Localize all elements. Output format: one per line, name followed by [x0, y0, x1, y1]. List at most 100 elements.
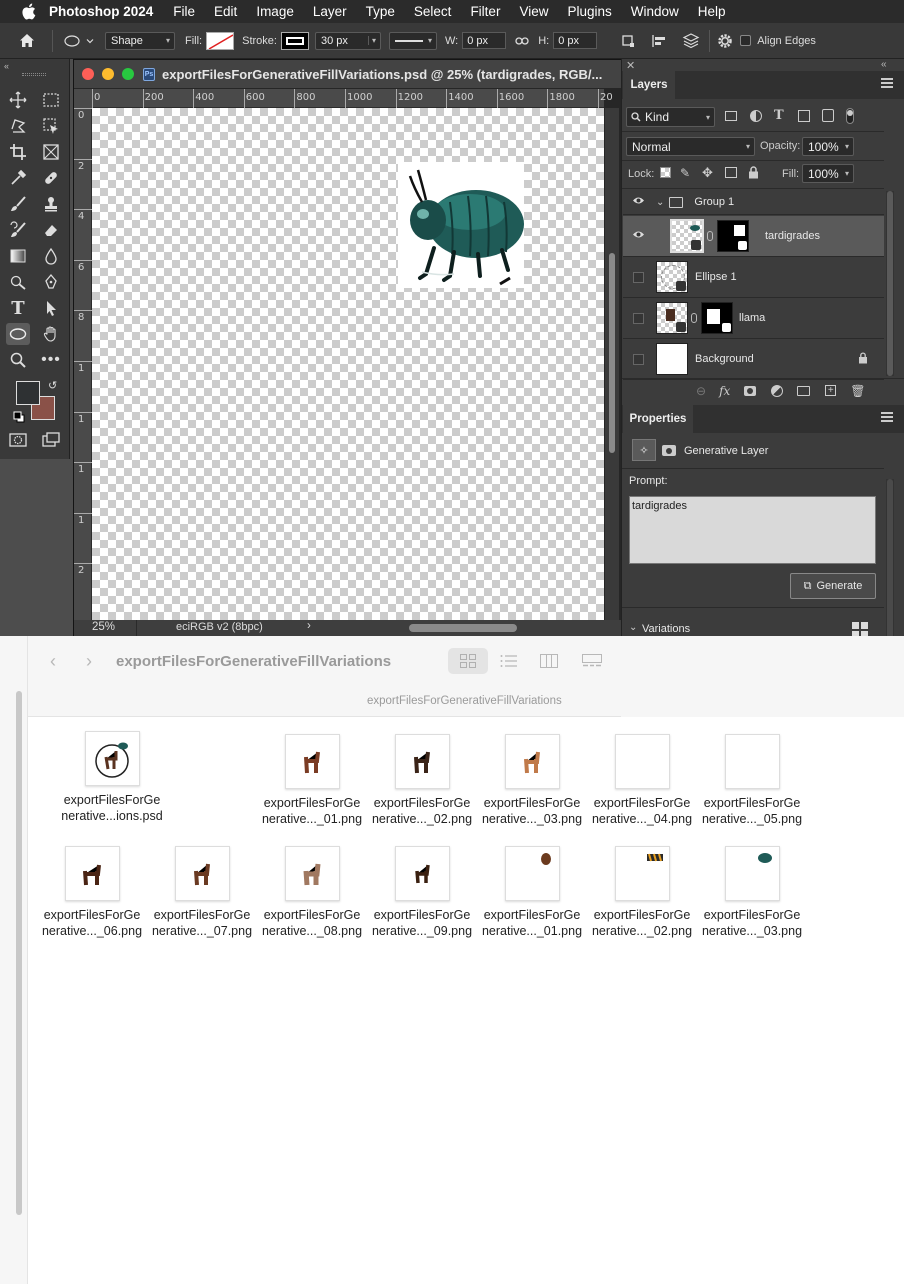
- file-item-png[interactable]: exportFilesForGe nerative..._01.png: [257, 734, 367, 827]
- collapse-icon[interactable]: «: [4, 61, 9, 71]
- crop-tool-icon[interactable]: [7, 141, 29, 163]
- layer-filter-select[interactable]: Kind ▾: [626, 107, 715, 127]
- visibility-eye-icon[interactable]: [632, 230, 646, 242]
- spot-healing-tool-icon[interactable]: [40, 167, 62, 189]
- vertical-ruler[interactable]: 0 2 4 6 8 1 1 1 1 2: [74, 108, 92, 620]
- lock-image-icon[interactable]: ✎: [680, 166, 690, 180]
- path-selection-tool-icon[interactable]: [40, 297, 62, 319]
- layer-thumbnail[interactable]: [656, 343, 688, 375]
- forward-icon[interactable]: ›: [86, 651, 92, 672]
- file-item-png[interactable]: exportFilesForGe nerative..._02.png: [587, 846, 697, 939]
- menu-filter[interactable]: Filter: [470, 4, 500, 19]
- lock-transparent-icon[interactable]: [660, 167, 671, 178]
- file-item-png[interactable]: exportFilesForGe nerative..._07.png: [147, 846, 257, 939]
- eraser-tool-icon[interactable]: [40, 219, 62, 241]
- filter-smart-object-icon[interactable]: [822, 109, 834, 122]
- file-item-png[interactable]: exportFilesForGe nerative..._06.png: [37, 846, 147, 939]
- back-icon[interactable]: ‹: [50, 651, 56, 672]
- new-layer-icon[interactable]: +: [825, 385, 837, 396]
- layer-mask-thumbnail[interactable]: [717, 220, 749, 252]
- ellipse-tool-icon[interactable]: [6, 323, 30, 345]
- close-button[interactable]: [82, 68, 94, 80]
- new-group-icon[interactable]: [797, 385, 811, 396]
- history-brush-tool-icon[interactable]: [7, 219, 29, 241]
- visibility-toggle-empty[interactable]: [633, 312, 644, 324]
- lock-artboard-icon[interactable]: [725, 167, 737, 178]
- file-item-png[interactable]: exportFilesForGe nerative..._05.png: [697, 734, 807, 827]
- pen-tool-icon[interactable]: [40, 271, 62, 293]
- column-view-icon[interactable]: [540, 654, 558, 671]
- mask-properties-icon[interactable]: [662, 445, 676, 456]
- stroke-swatch[interactable]: [280, 31, 309, 50]
- stroke-width-field[interactable]: 30 px ▾: [314, 31, 381, 50]
- visibility-eye-icon[interactable]: [632, 196, 646, 208]
- menu-type[interactable]: Type: [366, 4, 395, 19]
- layer-tardigrades[interactable]: tardigrades: [623, 216, 884, 257]
- fill-swatch[interactable]: [206, 31, 235, 50]
- layer-thumbnail[interactable]: [670, 219, 704, 253]
- path-arrangement-icon[interactable]: [681, 32, 701, 50]
- menu-layer[interactable]: Layer: [313, 4, 347, 19]
- marquee-tool-icon[interactable]: [40, 89, 62, 111]
- object-selection-tool-icon[interactable]: [40, 115, 62, 137]
- zoom-level[interactable]: 25%: [92, 621, 115, 633]
- layer-group-1[interactable]: ⌄ Group 1: [623, 190, 884, 215]
- foreground-color-swatch[interactable]: [16, 381, 40, 405]
- properties-panel-menu-icon[interactable]: [881, 412, 893, 422]
- gallery-view-icon[interactable]: [582, 654, 602, 671]
- type-tool-icon[interactable]: T: [7, 297, 29, 319]
- file-item-png[interactable]: exportFilesForGe nerative..._08.png: [257, 846, 367, 939]
- layer-thumbnail[interactable]: [656, 261, 688, 293]
- link-icon[interactable]: [514, 33, 530, 49]
- menu-window[interactable]: Window: [631, 4, 679, 19]
- layer-mask-thumbnail[interactable]: [701, 302, 733, 334]
- ellipse-tool-preset-icon[interactable]: [63, 31, 97, 51]
- layer-llama[interactable]: llama: [623, 298, 884, 339]
- generate-button[interactable]: ⧉ Generate: [790, 573, 876, 599]
- height-field[interactable]: 0 px: [553, 32, 598, 49]
- file-item-png[interactable]: exportFilesForGe nerative..._09.png: [367, 846, 477, 939]
- menu-file[interactable]: File: [173, 4, 195, 19]
- stroke-type-select[interactable]: ▾: [388, 31, 437, 50]
- file-item-png[interactable]: exportFilesForGe nerative..._04.png: [587, 734, 697, 827]
- layers-tab[interactable]: Layers: [623, 71, 675, 99]
- adjustment-layer-icon[interactable]: [771, 384, 784, 397]
- home-icon[interactable]: [16, 30, 38, 52]
- move-tool-icon[interactable]: [7, 89, 29, 111]
- lock-position-icon[interactable]: ✥: [702, 165, 713, 181]
- lock-all-icon[interactable]: [748, 166, 759, 182]
- variations-collapse-icon[interactable]: ⌄: [629, 622, 637, 633]
- menu-select[interactable]: Select: [414, 4, 452, 19]
- align-edges-checkbox[interactable]: [740, 35, 752, 46]
- brush-tool-icon[interactable]: [7, 193, 29, 215]
- mask-link-icon[interactable]: [707, 231, 713, 241]
- filter-type-icon[interactable]: T: [774, 108, 784, 123]
- layer-background[interactable]: Background: [623, 339, 884, 380]
- filter-shape-icon[interactable]: [798, 110, 810, 122]
- ruler-corner[interactable]: [74, 89, 92, 108]
- icon-view-button[interactable]: [448, 648, 488, 674]
- add-mask-icon[interactable]: [744, 385, 757, 396]
- horizontal-scroll-thumb[interactable]: [409, 624, 517, 632]
- generative-layer-icon[interactable]: ✧: [632, 439, 656, 461]
- horizontal-ruler[interactable]: 0 200 400 600 800 1000 1200 1400 1600 1800 20: [92, 89, 613, 108]
- more-tools-icon[interactable]: •••: [40, 349, 62, 371]
- clone-stamp-tool-icon[interactable]: [40, 193, 62, 215]
- visibility-toggle-empty[interactable]: [633, 353, 644, 365]
- canvas[interactable]: [92, 108, 604, 620]
- layer-ellipse-1[interactable]: Ellipse 1: [623, 257, 884, 298]
- delete-layer-icon[interactable]: 🗑: [850, 384, 865, 398]
- filter-adjustment-icon[interactable]: [750, 110, 762, 122]
- file-item-png[interactable]: exportFilesForGe nerative..._01.png: [477, 846, 587, 939]
- visibility-toggle-empty[interactable]: [633, 271, 644, 283]
- hand-tool-icon[interactable]: [40, 323, 62, 345]
- app-menu[interactable]: Photoshop 2024: [49, 4, 153, 19]
- minimize-button[interactable]: [102, 68, 114, 80]
- filter-pixel-icon[interactable]: [725, 111, 737, 121]
- layer-thumbnail[interactable]: [656, 302, 688, 334]
- zoom-tool-icon[interactable]: [7, 349, 29, 371]
- layers-scroll-thumb[interactable]: [887, 191, 893, 376]
- blur-tool-icon[interactable]: [40, 245, 62, 267]
- quick-mask-icon[interactable]: [7, 429, 29, 451]
- swap-colors-icon[interactable]: ↺: [48, 379, 57, 392]
